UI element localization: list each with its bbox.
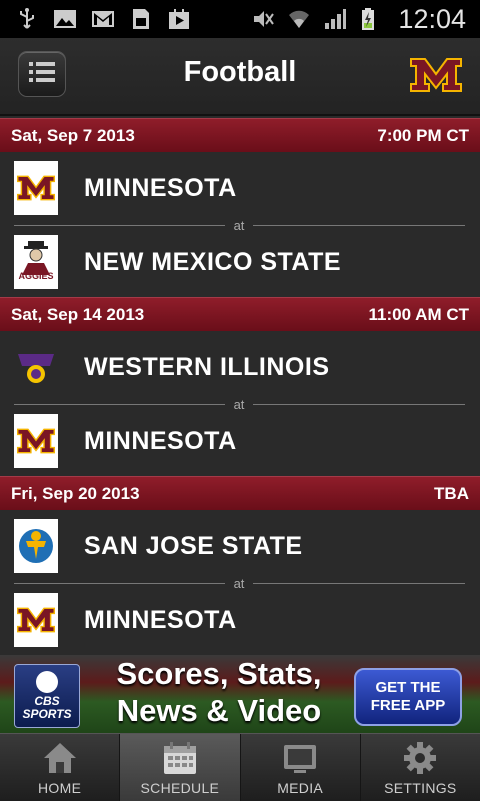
tab-settings[interactable]: SETTINGS (361, 734, 480, 801)
tab-media[interactable]: MEDIA (241, 734, 361, 801)
tab-label: SCHEDULE (140, 780, 220, 796)
signal-icon (322, 8, 348, 30)
minnesota-logo (14, 414, 58, 468)
home-icon (40, 739, 80, 777)
tab-label: MEDIA (277, 780, 324, 796)
battery-charging-icon (358, 8, 384, 30)
svg-text:AGGIES: AGGIES (18, 271, 53, 281)
tab-label: SETTINGS (384, 780, 457, 796)
tv-icon (280, 739, 320, 777)
mute-icon (250, 8, 276, 30)
gear-icon (400, 739, 440, 777)
cbs-eye-icon (36, 671, 58, 693)
minnesota-logo (410, 58, 462, 92)
get-free-app-button[interactable]: GET THE FREE APP (354, 668, 462, 726)
cbs-sports-logo: CBS SPORTS (14, 664, 80, 728)
calendar-icon (160, 739, 200, 777)
team-row[interactable]: MINNESOTA (0, 584, 480, 656)
game-time: TBA (434, 483, 469, 503)
team-row[interactable]: MINNESOTA (0, 405, 480, 477)
game-time: 7:00 PM CT (377, 125, 469, 145)
team-row[interactable]: WESTERN ILLINOIS (0, 331, 480, 403)
wifi-icon (286, 8, 312, 30)
page-title: Football (183, 56, 297, 88)
san-jose-state-logo (14, 519, 58, 573)
gmail-icon (90, 8, 116, 30)
team-name: MINNESOTA (84, 426, 237, 455)
game-date: Sat, Sep 7 2013 (11, 125, 135, 145)
team-row[interactable]: MINNESOTA (0, 152, 480, 224)
game-time: 11:00 AM CT (368, 304, 469, 324)
status-bar: 12:04 (0, 0, 480, 38)
app-header: Football (0, 38, 480, 116)
game-date: Fri, Sep 20 2013 (11, 483, 140, 503)
team-name: MINNESOTA (84, 605, 237, 634)
tab-label: HOME (38, 780, 82, 796)
tab-schedule[interactable]: SCHEDULE (120, 734, 241, 801)
clock: 12:04 (398, 3, 466, 34)
game-date-bar: Fri, Sep 20 2013 TBA (0, 476, 480, 510)
game-date: Sat, Sep 14 2013 (11, 304, 145, 324)
image-icon (52, 8, 78, 30)
minnesota-logo (14, 161, 58, 215)
team-row[interactable]: SAN JOSE STATE (0, 510, 480, 582)
team-name: MINNESOTA (84, 173, 237, 202)
sim-icon (128, 8, 154, 30)
ad-headline-line1: Scores, Stats, (116, 656, 322, 691)
minnesota-logo (14, 593, 58, 647)
ad-cta-line2: FREE APP (370, 697, 446, 714)
ad-headline: Scores, Stats, News & Video (94, 655, 344, 729)
game-date-bar: Sat, Sep 14 2013 11:00 AM CT (0, 297, 480, 331)
team-name: SAN JOSE STATE (84, 531, 303, 560)
ad-banner[interactable]: CBS SPORTS Scores, Stats, News & Video G… (0, 655, 480, 733)
tab-bar: HOME SCHEDULE MEDIA SETTINGS (0, 733, 480, 801)
team-name: WESTERN ILLINOIS (84, 352, 330, 381)
nmsu-aggies-logo: AGGIES (14, 235, 58, 289)
ad-brand-line2: SPORTS (22, 707, 72, 721)
ad-cta-line1: GET THE (375, 679, 441, 696)
play-store-icon (166, 8, 192, 30)
usb-icon (14, 8, 40, 30)
tab-home[interactable]: HOME (0, 734, 121, 801)
team-row[interactable]: AGGIES NEW MEXICO STATE (0, 226, 480, 298)
western-illinois-logo (14, 340, 58, 394)
ad-headline-line2: News & Video (116, 693, 322, 728)
game-date-bar: Sat, Sep 7 2013 7:00 PM CT (0, 118, 480, 152)
team-name: NEW MEXICO STATE (84, 247, 342, 276)
